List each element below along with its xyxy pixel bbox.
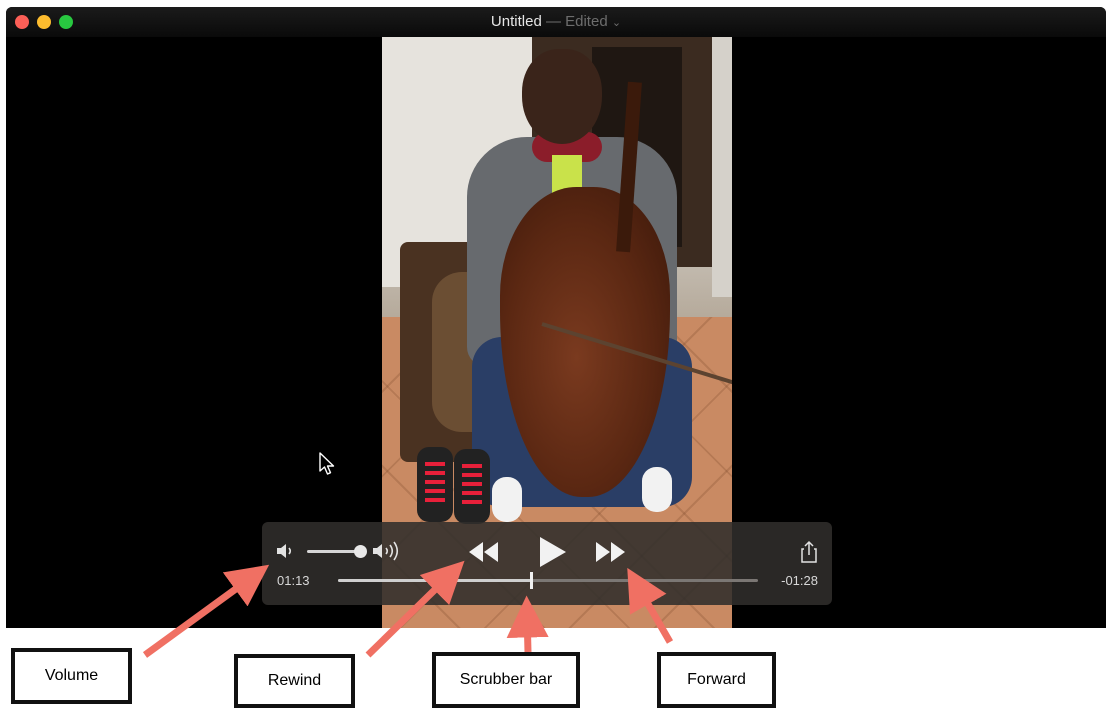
playback-controls[interactable]: 01:13 -01:28 [262,522,832,605]
fast-forward-button[interactable] [593,539,629,565]
remaining-time: -01:28 [781,573,818,588]
document-name: Untitled [490,13,542,30]
scrubber-progress [338,579,532,582]
edited-status: Edited [565,13,608,30]
speaker-high-icon[interactable] [372,541,404,561]
rewind-callout: Rewind [234,654,355,708]
share-icon[interactable] [799,540,819,564]
chevron-down-icon[interactable]: ⌄ [612,17,621,29]
elapsed-time: 01:13 [277,573,310,588]
volume-callout: Volume [11,648,132,704]
window-title[interactable]: Untitled — Edited ⌄ [6,13,1106,30]
speaker-low-icon[interactable] [276,543,298,559]
scrubber-callout: Scrubber bar [432,652,580,708]
playhead[interactable] [530,572,534,589]
play-button[interactable] [533,535,569,569]
volume-slider[interactable] [307,550,359,553]
scrubber-bar[interactable] [338,572,758,589]
rewind-button[interactable] [465,539,501,565]
mouse-pointer-icon [319,452,335,475]
title-bar[interactable]: Untitled — Edited ⌄ [6,7,1106,37]
title-separator: — [545,13,561,30]
forward-callout: Forward [657,652,776,708]
volume-slider-knob[interactable] [354,545,367,558]
